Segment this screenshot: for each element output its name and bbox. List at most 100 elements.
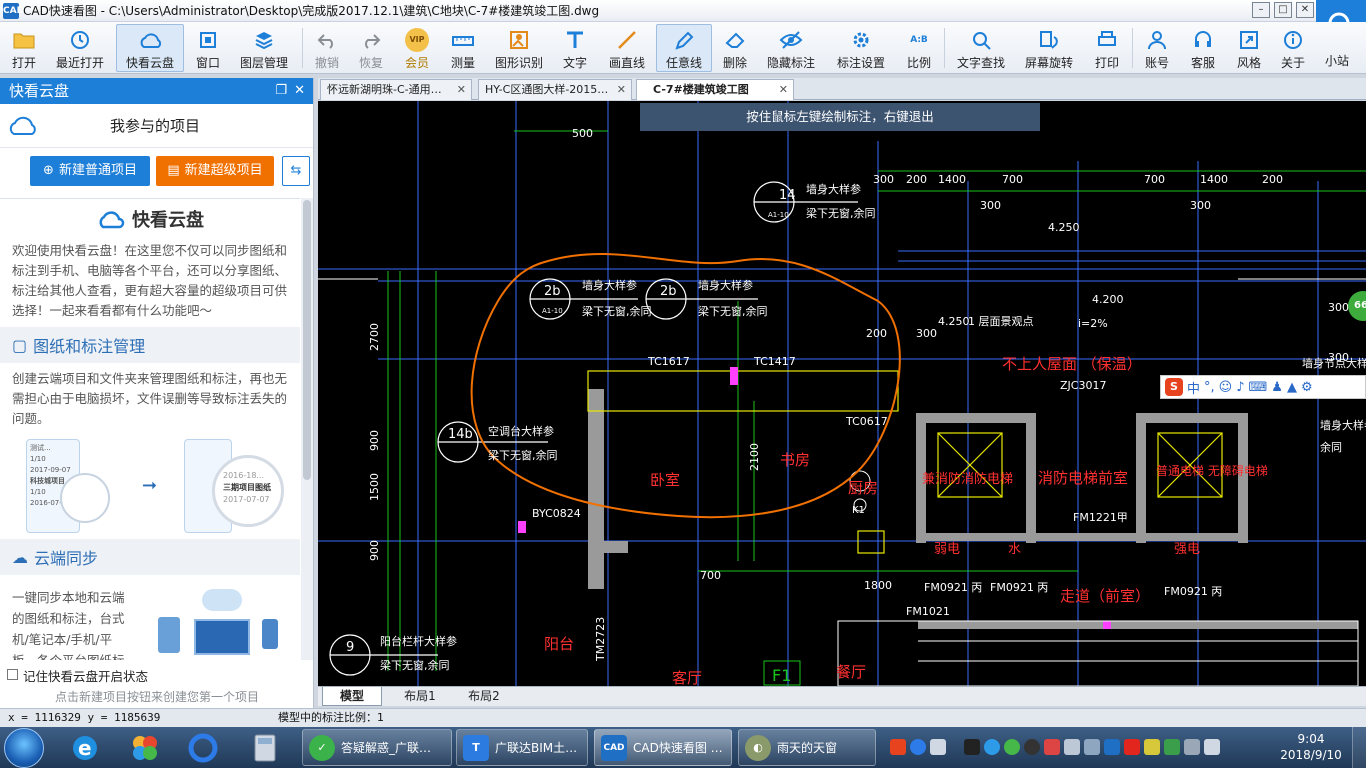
dim-text: 1400 — [1200, 173, 1228, 186]
measure-button[interactable]: 测量 — [446, 24, 480, 72]
ie-icon[interactable]: e — [60, 729, 110, 766]
style-button[interactable]: 风格 — [1232, 24, 1266, 72]
cad-canvas[interactable]: 500 300 200 1400 700 300 700 1400 200 30… — [318, 101, 1366, 686]
storage-tray-icon[interactable] — [1084, 739, 1100, 755]
user-icon[interactable]: ♟ — [1271, 380, 1283, 395]
volume-tray-icon[interactable] — [1204, 739, 1220, 755]
calculator-icon[interactable] — [240, 729, 290, 766]
thermometer-tray-icon[interactable] — [1044, 739, 1060, 755]
task-answers[interactable]: ✓ 答疑解惑_广联… — [302, 729, 452, 766]
shape-recog-button[interactable]: 图形识别 — [492, 24, 546, 72]
maximize-button[interactable]: □ — [1274, 2, 1292, 18]
illustration-drawings: 测试... 1/10 2017-09-07 科技城项目 1/10 2016-07… — [0, 435, 300, 539]
help-tray-icon[interactable] — [910, 739, 926, 755]
punctuation-icon[interactable]: °, — [1204, 380, 1215, 395]
tab-doc-3[interactable]: C-7#楼建筑竣工图 ✕ — [636, 79, 794, 100]
close-icon[interactable]: ✕ — [294, 78, 305, 104]
document-icon: ▤ — [167, 163, 180, 178]
skin-icon[interactable]: ▲ — [1287, 380, 1297, 395]
eye-off-icon — [779, 28, 803, 52]
station-button[interactable]: 小站 — [1320, 50, 1354, 72]
dim-text: 4.250 — [938, 315, 970, 328]
task-cad-viewer[interactable]: CAD CAD快速看图 … — [594, 729, 732, 766]
dim-text: 900 — [368, 430, 381, 451]
section-sync-body: 一键同步本地和云端的图纸和标注，台式机/笔记本/手机/平板，各个平台图纸标 — [0, 575, 300, 660]
task-bim[interactable]: T 广联达BIM土… — [456, 729, 588, 766]
chat-tray-icon[interactable] — [1064, 739, 1080, 755]
ime-toolbar[interactable]: S 中 °, ☺ ♪ ⌨ ♟ ▲ ⚙ — [1160, 375, 1366, 399]
qq-tray-icon[interactable] — [964, 739, 980, 755]
window-button[interactable]: 窗口 — [190, 24, 226, 72]
tab-close-icon[interactable]: ✕ — [457, 80, 466, 99]
text-button[interactable]: 文字 — [560, 24, 590, 72]
tab-layout-1[interactable]: 布局1 — [390, 687, 450, 706]
print-button[interactable]: 打印 — [1090, 24, 1124, 72]
annotation: 墙身大样参 — [582, 278, 637, 292]
cloud-intro-scroll[interactable]: 快看云盘 欢迎使用快看云盘！在这里您不仅可以同步图纸和标注到手机、电脑等各个平台… — [0, 198, 300, 660]
rotate-button[interactable]: 屏幕旋转 — [1022, 24, 1076, 72]
dim-text: 300 — [873, 173, 894, 186]
clock-date: 2018/9/10 — [1280, 748, 1342, 762]
tab-model[interactable]: 模型 — [322, 687, 382, 706]
cloud-button[interactable]: 快看云盘 — [116, 24, 184, 72]
close-window-button[interactable]: ✕ — [1296, 2, 1314, 18]
penguin-tray-icon[interactable] — [1024, 739, 1040, 755]
annotation: 梁下无窗,余同 — [488, 448, 558, 462]
tab-doc-2[interactable]: HY-C区通图大样-2015… ✕ — [478, 79, 632, 100]
tab-close-icon[interactable]: ✕ — [617, 80, 626, 99]
tray-arrow-icon[interactable] — [930, 739, 946, 755]
microphone-icon[interactable]: ♪ — [1236, 380, 1244, 395]
task-skylight[interactable]: ◐ 雨天的天窗 — [738, 729, 876, 766]
new-normal-project-button[interactable]: ⊕ 新建普通项目 — [30, 156, 150, 186]
project-title: 我参与的项目 — [110, 117, 201, 135]
layers-button[interactable]: 图层管理 — [236, 24, 292, 72]
mark-settings-label: 标注设置 — [836, 56, 885, 70]
clock[interactable]: 9:04 2018/9/10 — [1276, 731, 1346, 763]
service-button[interactable]: 客服 — [1186, 24, 1220, 72]
vip-button[interactable]: VIP 会员 — [400, 24, 434, 72]
undo-button[interactable]: 撤销 — [310, 24, 344, 72]
show-desktop-button[interactable] — [1352, 727, 1366, 768]
tab-close-icon[interactable]: ✕ — [779, 80, 788, 99]
draw-line-button[interactable]: 画直线 — [606, 24, 648, 72]
restore-icon[interactable]: ❐ — [275, 78, 287, 104]
recent-button[interactable]: 最近打开 — [54, 24, 106, 72]
hide-marks-button[interactable]: 隐藏标注 — [764, 24, 818, 72]
tab-layout-2[interactable]: 布局2 — [454, 687, 514, 706]
remember-checkbox[interactable] — [7, 669, 18, 680]
redo-button[interactable]: 恢复 — [354, 24, 388, 72]
delete-button[interactable]: 删除 — [718, 24, 752, 72]
photo-app-icon[interactable] — [120, 729, 170, 766]
cloud-tray-icon[interactable] — [1104, 739, 1120, 755]
cctv-tray-icon[interactable] — [1124, 739, 1140, 755]
keyboard-icon[interactable]: ⌨ — [1249, 380, 1268, 395]
sync-button[interactable]: ⇆ — [282, 156, 310, 186]
about-button[interactable]: 关于 — [1276, 24, 1310, 72]
minimize-button[interactable]: – — [1252, 2, 1270, 18]
glodon-tray-icon[interactable] — [984, 739, 1000, 755]
clock-time: 9:04 — [1297, 732, 1325, 746]
cloud-panel-scrollbar[interactable] — [301, 198, 313, 660]
shield-tray-icon[interactable] — [1164, 739, 1180, 755]
scale-button[interactable]: A:B 比例 — [902, 24, 936, 72]
wrench-icon[interactable]: ⚙ — [1301, 380, 1313, 395]
plus-tray-icon[interactable] — [1144, 739, 1160, 755]
glodon-icon[interactable] — [178, 729, 228, 766]
tab-doc-1[interactable]: 怀远新湖明珠-C-通用… ✕ — [320, 79, 472, 100]
freeform-button[interactable]: 任意线 — [656, 24, 712, 72]
windows-start-icon[interactable] — [4, 728, 44, 768]
open-button[interactable]: 打开 — [6, 24, 42, 72]
undo-label: 撤销 — [314, 56, 339, 70]
emoji-icon[interactable]: ☺ — [1219, 380, 1233, 395]
dim-text: 1500 — [368, 473, 381, 501]
sogou-tray-icon[interactable] — [890, 739, 906, 755]
account-button[interactable]: 账号 — [1140, 24, 1174, 72]
room-label: 不上人屋面 （保温） — [1002, 355, 1142, 373]
ime-mode-label[interactable]: 中 — [1187, 378, 1200, 397]
green-tray-icon[interactable] — [1004, 739, 1020, 755]
vip-label: 会员 — [404, 56, 429, 70]
network-tray-icon[interactable] — [1184, 739, 1200, 755]
mark-settings-button[interactable]: 标注设置 — [834, 24, 888, 72]
text-search-button[interactable]: 文字查找 — [954, 24, 1008, 72]
new-super-project-button[interactable]: ▤ 新建超级项目 — [156, 156, 274, 186]
